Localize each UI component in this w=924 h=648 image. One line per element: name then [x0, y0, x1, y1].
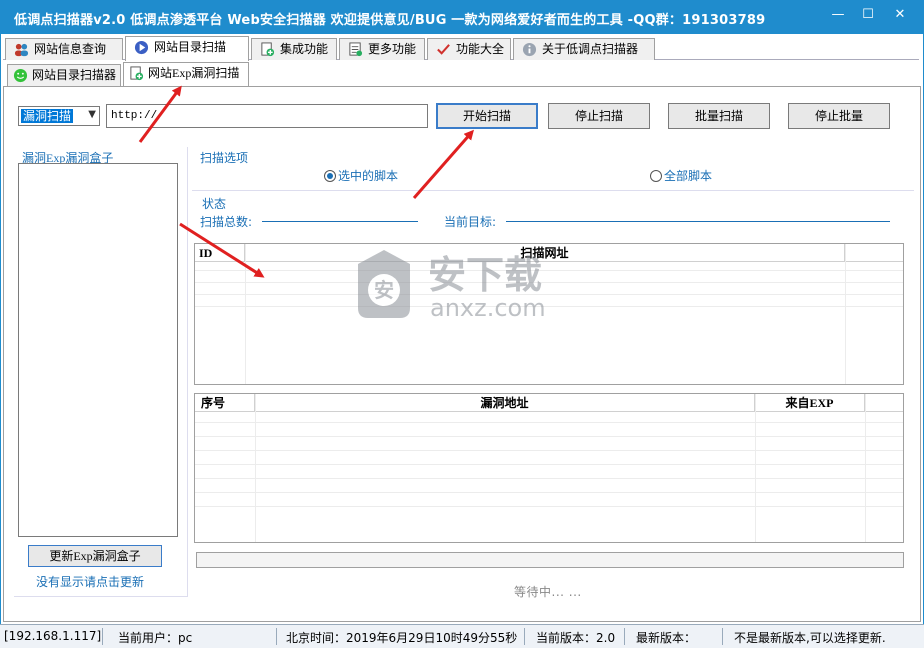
stop-scan-button[interactable]: 停止扫描	[548, 103, 650, 129]
scan-options-group: 扫描选项 选中的脚本 全部脚本	[192, 143, 914, 191]
grid-divider	[255, 394, 256, 542]
plus-doc-icon	[130, 66, 144, 81]
status-separator	[722, 628, 723, 645]
watermark-glyph: 安	[374, 278, 394, 302]
exp-script-list[interactable]	[18, 163, 178, 537]
window-title: 低调点扫描器v2.0 低调点渗透平台 Web安全扫描器 欢迎提供意见/BUG 一…	[14, 13, 766, 28]
maximize-button[interactable]: ☐	[854, 4, 882, 28]
play-icon	[134, 40, 149, 55]
start-scan-label: 开始扫描	[462, 109, 511, 123]
window-client: 网站信息查询 网站目录扫描 集成功能 更多功能 功能大全 关于低调点扫描器 网站…	[1, 34, 923, 624]
subtab-label: 网站Exp漏洞扫描	[148, 66, 240, 80]
chevron-down-icon: ▼	[88, 109, 96, 120]
info-icon	[522, 42, 537, 57]
grid-divider	[245, 244, 246, 384]
stop-batch-label: 停止批量	[814, 109, 863, 123]
table-row	[195, 436, 903, 437]
table-row	[195, 464, 903, 465]
smiley-icon	[13, 68, 28, 83]
title-bar: 低调点扫描器v2.0 低调点渗透平台 Web安全扫描器 欢迎提供意见/BUG 一…	[0, 0, 924, 34]
status-label: 状态	[202, 197, 227, 211]
stop-batch-button[interactable]: 停止批量	[788, 103, 890, 129]
subtab-label: 网站目录扫描器	[32, 68, 117, 82]
table-row	[195, 506, 903, 507]
status-time: 北京时间：2019年6月29日10时49分55秒	[286, 631, 518, 645]
subtab-exp-scan[interactable]: 网站Exp漏洞扫描	[123, 62, 249, 87]
list-icon	[349, 42, 363, 57]
current-target-label: 当前目标:	[444, 215, 497, 229]
batch-scan-label: 批量扫描	[694, 109, 743, 123]
table-row	[195, 478, 903, 479]
tab-label: 网站信息查询	[34, 42, 107, 56]
tab-label: 更多功能	[368, 42, 417, 56]
table-row	[195, 492, 903, 493]
radio-unchecked-icon	[650, 170, 662, 182]
vuln-grid[interactable]: 序号 漏洞地址 来自EXP	[194, 393, 904, 543]
anxz-watermark: 安 安下载 anxz.com	[358, 250, 546, 322]
total-count-label: 扫描总数:	[200, 215, 253, 229]
tab-label: 功能大全	[456, 42, 505, 56]
batch-scan-button[interactable]: 批量扫描	[668, 103, 770, 129]
column-header: ID	[195, 244, 245, 262]
tab-label: 网站目录扫描	[154, 40, 227, 54]
tab-site-info[interactable]: 网站信息查询	[5, 38, 123, 60]
mode-select-value: 漏洞扫描	[21, 109, 74, 123]
current-target-value	[506, 221, 890, 222]
tab-integrated[interactable]: 集成功能	[251, 38, 337, 60]
radio-selected-scripts[interactable]: 选中的脚本	[324, 167, 398, 184]
start-scan-button[interactable]: 开始扫描	[436, 103, 538, 129]
plus-doc-icon	[261, 42, 275, 57]
sub-tab-bar: 网站目录扫描器 网站Exp漏洞扫描	[5, 62, 919, 87]
exp-scan-panel: 漏洞扫描 ▼ http:// 开始扫描 停止扫描 批量扫描 停止批量 漏洞Exp…	[3, 86, 921, 622]
subtab-dir-scanner[interactable]: 网站目录扫描器	[7, 64, 121, 86]
tab-label: 关于低调点扫描器	[542, 42, 639, 56]
status-separator	[624, 628, 625, 645]
radio-all-label: 全部脚本	[664, 169, 713, 183]
waiting-status: 等待中... ...	[514, 585, 582, 599]
tab-about[interactable]: 关于低调点扫描器	[513, 38, 655, 60]
table-row	[195, 450, 903, 451]
grid-divider	[755, 394, 756, 542]
status-version: 当前版本：2.0	[536, 631, 616, 645]
watermark-cn: 安下载	[428, 253, 542, 297]
column-header: 漏洞地址	[255, 394, 755, 412]
radio-all-scripts[interactable]: 全部脚本	[650, 167, 712, 184]
status-separator	[102, 628, 103, 645]
tab-label: 集成功能	[280, 42, 329, 56]
check-icon	[437, 44, 450, 55]
update-hint: 没有显示请点击更新	[36, 575, 145, 589]
tab-more[interactable]: 更多功能	[339, 38, 425, 60]
column-header: 序号	[195, 394, 255, 412]
status-separator	[524, 628, 525, 645]
watermark-en: anxz.com	[430, 294, 546, 322]
close-button[interactable]: ✕	[886, 4, 914, 28]
main-tab-bar: 网站信息查询 网站目录扫描 集成功能 更多功能 功能大全 关于低调点扫描器	[3, 36, 919, 61]
status-ip: [192.168.1.117]	[4, 629, 102, 643]
status-bar: [192.168.1.117] 当前用户：pc 北京时间：2019年6月29日1…	[0, 624, 924, 648]
grid-divider	[845, 244, 846, 384]
stop-scan-label: 停止扫描	[574, 109, 623, 123]
scan-progress-bar	[196, 552, 904, 568]
url-input[interactable]: http://	[106, 104, 428, 128]
total-count-value	[262, 221, 418, 222]
scan-options-label: 扫描选项	[200, 151, 249, 165]
minimize-button[interactable]: —	[824, 4, 852, 28]
mode-select[interactable]: 漏洞扫描 ▼	[18, 106, 100, 126]
status-user: 当前用户：pc	[118, 631, 193, 645]
users-icon	[14, 43, 29, 57]
status-latest: 最新版本：	[636, 631, 697, 645]
grid-divider	[865, 394, 866, 542]
grid-header: 序号 漏洞地址 来自EXP	[195, 394, 903, 412]
radio-checked-icon	[324, 170, 336, 182]
status-notice: 不是最新版本,可以选择更新.	[734, 631, 886, 645]
tab-dir-scan[interactable]: 网站目录扫描	[125, 36, 249, 61]
table-row	[195, 422, 903, 423]
radio-selected-label: 选中的脚本	[338, 169, 399, 183]
tab-all-features[interactable]: 功能大全	[427, 38, 511, 60]
update-exp-button[interactable]: 更新Exp漏洞盒子	[28, 545, 162, 567]
column-header: 来自EXP	[755, 394, 865, 412]
status-separator	[276, 628, 277, 645]
